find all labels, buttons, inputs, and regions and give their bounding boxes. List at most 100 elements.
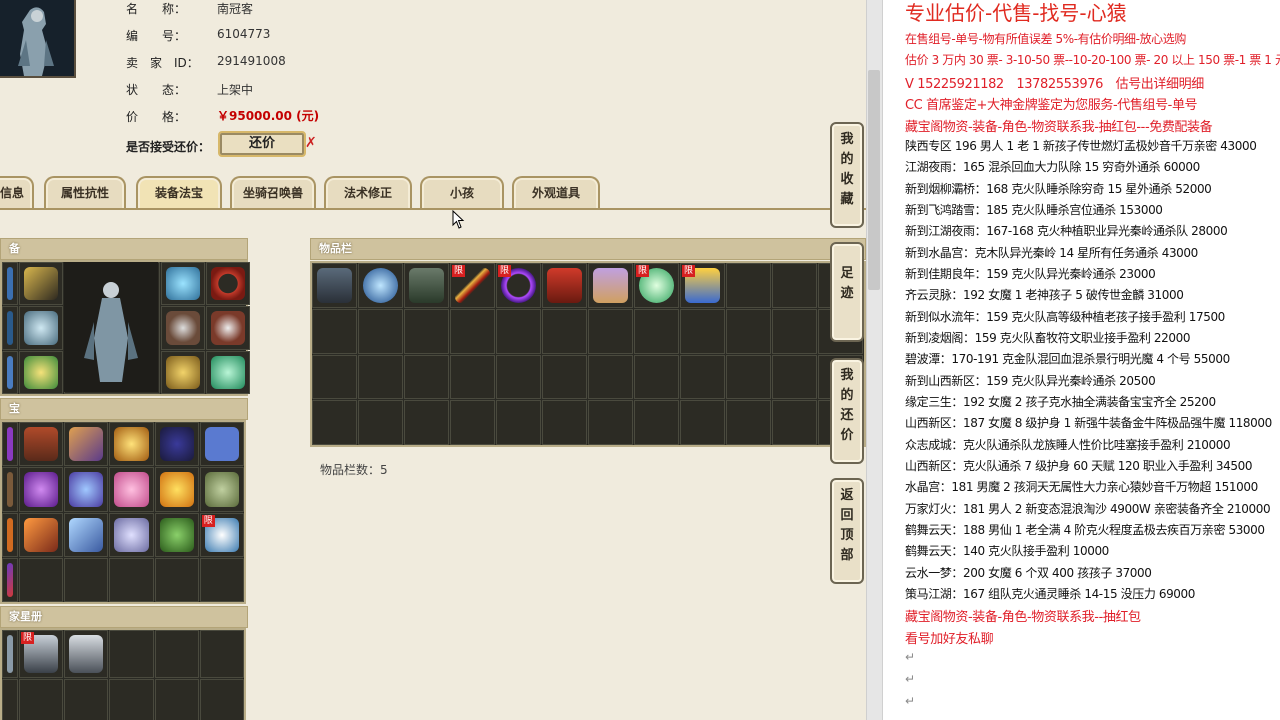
treasure-slot[interactable] xyxy=(19,557,64,602)
tab-attributes[interactable]: 属性抗性 xyxy=(44,176,126,210)
album-slot[interactable] xyxy=(109,678,154,720)
item-slot[interactable]: 限 xyxy=(634,263,679,308)
scrollbar-thumb[interactable] xyxy=(868,70,880,290)
album-slot[interactable] xyxy=(19,678,64,720)
treasure-slot[interactable] xyxy=(199,557,244,602)
item-slot[interactable] xyxy=(358,354,403,400)
item-slot[interactable] xyxy=(496,400,541,445)
item-slot[interactable] xyxy=(450,308,495,354)
item-slot[interactable]: 限 xyxy=(450,263,495,308)
item-slot[interactable] xyxy=(772,400,817,445)
album-slot[interactable] xyxy=(199,678,244,720)
item-slot[interactable] xyxy=(588,263,633,308)
treasure-slot[interactable] xyxy=(19,467,64,512)
item-slot[interactable] xyxy=(588,400,633,445)
equip-slot[interactable] xyxy=(206,350,250,394)
album-slot[interactable] xyxy=(2,630,18,678)
album-slot[interactable] xyxy=(109,630,154,678)
treasure-slot[interactable] xyxy=(154,512,199,557)
item-slot[interactable] xyxy=(680,354,725,400)
item-slot[interactable] xyxy=(312,263,357,308)
treasure-slot[interactable] xyxy=(154,422,199,467)
item-slot[interactable] xyxy=(312,400,357,445)
tab-children[interactable]: 小孩 xyxy=(420,176,504,210)
treasure-slot[interactable] xyxy=(2,512,18,557)
treasure-slot[interactable]: 限 xyxy=(199,512,244,557)
equip-slot[interactable] xyxy=(19,306,63,350)
item-slot[interactable] xyxy=(450,400,495,445)
item-slot[interactable] xyxy=(312,354,357,400)
equip-slot[interactable] xyxy=(19,262,63,306)
tab-appearance[interactable]: 外观道具 xyxy=(512,176,600,210)
item-slot[interactable] xyxy=(496,354,541,400)
album-slot[interactable] xyxy=(2,678,18,720)
equip-slot[interactable] xyxy=(206,306,250,350)
treasure-slot[interactable] xyxy=(2,557,18,602)
album-slot[interactable]: 限 xyxy=(19,630,64,678)
equip-slot[interactable] xyxy=(2,262,18,306)
item-slot[interactable] xyxy=(634,400,679,445)
treasure-slot[interactable] xyxy=(154,467,199,512)
tab-mounts-pets[interactable]: 坐骑召唤兽 xyxy=(230,176,316,210)
treasure-slot[interactable] xyxy=(19,422,64,467)
treasure-slot[interactable] xyxy=(109,422,154,467)
treasure-slot[interactable] xyxy=(64,512,109,557)
treasure-slot[interactable] xyxy=(154,557,199,602)
item-slot[interactable] xyxy=(772,354,817,400)
item-slot[interactable] xyxy=(772,308,817,354)
treasure-slot[interactable] xyxy=(109,512,154,557)
item-slot[interactable] xyxy=(312,308,357,354)
item-slot[interactable] xyxy=(772,263,817,308)
album-slot[interactable] xyxy=(199,630,244,678)
item-slot[interactable] xyxy=(726,263,771,308)
treasure-slot[interactable] xyxy=(199,467,244,512)
my-favorites-button[interactable]: 我的收藏 xyxy=(830,122,864,228)
album-slot[interactable] xyxy=(64,678,109,720)
item-slot[interactable] xyxy=(496,308,541,354)
album-slot[interactable] xyxy=(154,678,199,720)
treasure-slot[interactable] xyxy=(64,557,109,602)
treasure-slot[interactable] xyxy=(2,422,18,467)
item-slot[interactable] xyxy=(542,354,587,400)
treasure-slot[interactable] xyxy=(64,422,109,467)
item-slot[interactable] xyxy=(726,354,771,400)
tab-info[interactable]: 信息 xyxy=(0,176,34,210)
item-slot[interactable] xyxy=(358,263,403,308)
item-slot[interactable]: 限 xyxy=(680,263,725,308)
item-slot[interactable] xyxy=(404,400,449,445)
footprint-button[interactable]: 足迹 xyxy=(830,242,864,342)
item-slot[interactable] xyxy=(726,308,771,354)
item-slot[interactable] xyxy=(634,354,679,400)
item-slot[interactable] xyxy=(726,400,771,445)
treasure-slot[interactable] xyxy=(64,467,109,512)
treasure-slot[interactable] xyxy=(109,557,154,602)
item-slot[interactable] xyxy=(358,400,403,445)
back-to-top-button[interactable]: 返回顶部 xyxy=(830,478,864,584)
equip-slot[interactable] xyxy=(161,306,205,350)
album-slot[interactable] xyxy=(154,630,199,678)
item-slot[interactable] xyxy=(404,308,449,354)
item-slot[interactable] xyxy=(404,354,449,400)
item-slot[interactable] xyxy=(542,263,587,308)
item-slot[interactable]: 限 xyxy=(496,263,541,308)
treasure-slot[interactable] xyxy=(199,422,244,467)
my-offers-button[interactable]: 我的还价 xyxy=(830,358,864,464)
equip-slot[interactable] xyxy=(161,350,205,394)
item-slot[interactable] xyxy=(634,308,679,354)
equip-slot[interactable] xyxy=(2,306,18,350)
item-slot[interactable] xyxy=(450,354,495,400)
bargain-button[interactable]: 还价 xyxy=(218,131,306,157)
item-slot[interactable] xyxy=(680,400,725,445)
equip-slot[interactable] xyxy=(161,262,205,306)
treasure-slot[interactable] xyxy=(2,467,18,512)
item-slot[interactable] xyxy=(542,400,587,445)
equip-slot[interactable] xyxy=(19,350,63,394)
item-slot[interactable] xyxy=(358,308,403,354)
treasure-slot[interactable] xyxy=(19,512,64,557)
treasure-slot[interactable] xyxy=(109,467,154,512)
equip-slot[interactable] xyxy=(2,350,18,394)
item-slot[interactable] xyxy=(680,308,725,354)
item-slot[interactable] xyxy=(588,308,633,354)
item-slot[interactable] xyxy=(588,354,633,400)
tab-spell-fix[interactable]: 法术修正 xyxy=(324,176,412,210)
